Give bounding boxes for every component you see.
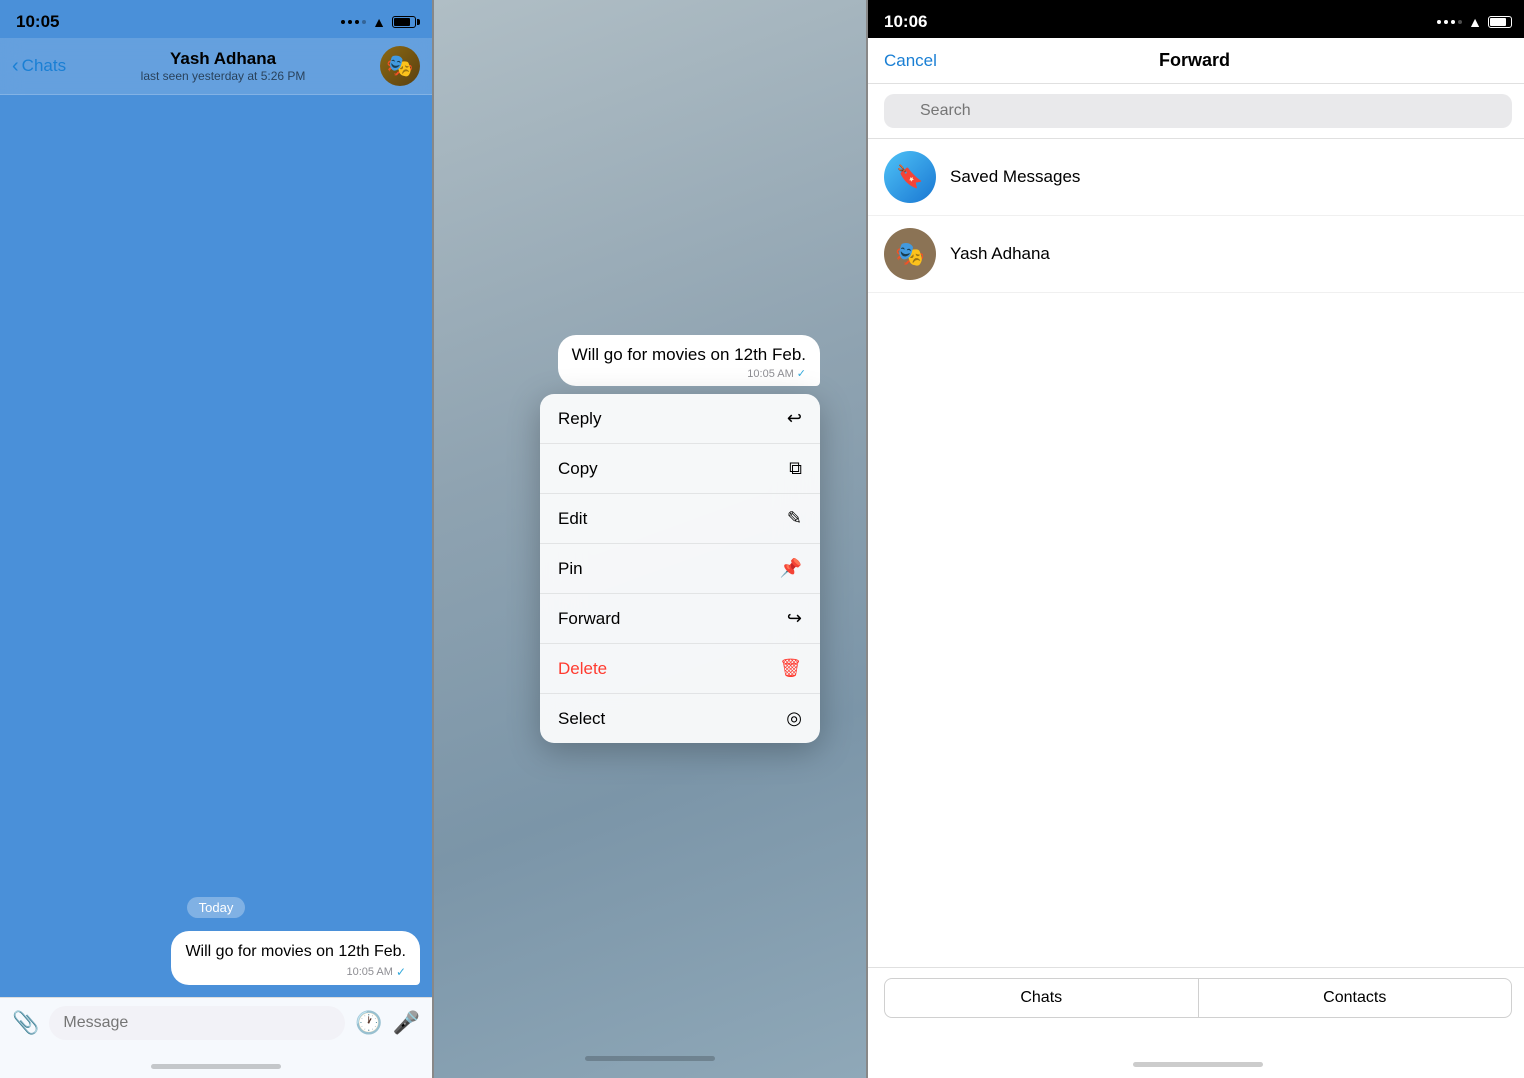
menu-item-pin-label: Pin xyxy=(558,559,583,579)
battery-icon xyxy=(392,16,416,28)
yash-avatar-image: 🎭 xyxy=(895,240,925,269)
context-menu: Reply ↩ Copy ⧉ Edit ✎ Pin 📌 Forward ↪ De… xyxy=(540,394,820,743)
contact-name: Yash Adhana xyxy=(74,49,372,69)
menu-item-edit[interactable]: Edit ✎ xyxy=(540,494,820,544)
emoji-button[interactable]: 🕐 xyxy=(355,1010,382,1036)
forward-header: Cancel Forward xyxy=(868,38,1524,84)
mic-button[interactable]: 🎤 xyxy=(393,1010,420,1036)
menu-item-copy-label: Copy xyxy=(558,459,598,479)
context-check-icon: ✓ xyxy=(797,367,806,380)
forward-search-bar: 🔍 xyxy=(868,84,1524,139)
chat-panel: 10:05 ▲ ‹ Chats Yash Adhana last seen ye… xyxy=(0,0,432,1078)
forward-status-time: 10:06 xyxy=(884,12,927,32)
context-time-row: 10:05 AM ✓ xyxy=(572,367,806,380)
menu-item-forward-label: Forward xyxy=(558,609,620,629)
menu-item-forward[interactable]: Forward ↪ xyxy=(540,594,820,644)
forward-title: Forward xyxy=(1159,50,1230,71)
tab-chats[interactable]: Chats xyxy=(884,978,1199,1018)
yash-name-label: Yash Adhana xyxy=(950,244,1050,264)
signal-icon xyxy=(341,20,366,24)
cancel-button[interactable]: Cancel xyxy=(884,51,937,71)
avatar-image: 🎭 xyxy=(380,46,420,86)
context-home-indicator xyxy=(585,1048,715,1066)
forward-status-icons: ▲ xyxy=(1437,14,1512,30)
date-badge: Today xyxy=(12,899,420,917)
forward-wifi-icon: ▲ xyxy=(1468,14,1482,30)
home-indicator-area xyxy=(0,1048,432,1078)
menu-item-select-label: Select xyxy=(558,709,605,729)
chat-header: ‹ Chats Yash Adhana last seen yesterday … xyxy=(0,38,432,95)
status-bar: 10:05 ▲ xyxy=(0,0,432,38)
menu-item-reply-label: Reply xyxy=(558,409,601,429)
edit-icon: ✎ xyxy=(787,508,802,529)
back-button[interactable]: ‹ Chats xyxy=(12,55,66,78)
forward-contacts-list: 🔖 Saved Messages 🎭 Yash Adhana xyxy=(868,139,1524,967)
wifi-icon: ▲ xyxy=(372,14,386,30)
status-time: 10:05 xyxy=(16,12,59,32)
contact-item-saved[interactable]: 🔖 Saved Messages xyxy=(868,139,1524,216)
saved-bookmark-icon: 🔖 xyxy=(896,164,923,190)
pin-icon: 📌 xyxy=(780,558,802,579)
saved-messages-label: Saved Messages xyxy=(950,167,1080,187)
menu-item-reply[interactable]: Reply ↩ xyxy=(540,394,820,444)
yash-avatar: 🎭 xyxy=(884,228,936,280)
context-message-bubble: Will go for movies on 12th Feb. 10:05 AM… xyxy=(558,335,820,386)
home-bar xyxy=(151,1064,281,1069)
context-time: 10:05 AM xyxy=(747,368,793,380)
forward-icon: ↪ xyxy=(787,608,802,629)
context-panel: Will go for movies on 12th Feb. 10:05 AM… xyxy=(434,0,866,1078)
context-content: Will go for movies on 12th Feb. 10:05 AM… xyxy=(480,335,820,743)
back-label: Chats xyxy=(22,56,66,76)
forward-status-bar: 10:06 ▲ xyxy=(868,0,1524,38)
chat-messages: Today Will go for movies on 12th Feb. 10… xyxy=(0,95,432,997)
contact-status: last seen yesterday at 5:26 PM xyxy=(74,69,372,83)
forward-bottom-tabs: Chats Contacts xyxy=(868,967,1524,1048)
home-bar-3 xyxy=(1133,1062,1263,1067)
message-time: 10:05 AM xyxy=(346,966,392,978)
forward-panel: 10:06 ▲ Cancel Forward 🔍 xyxy=(868,0,1524,1078)
menu-item-delete-label: Delete xyxy=(558,659,607,679)
message-bubble[interactable]: Will go for movies on 12th Feb. 10:05 AM… xyxy=(171,931,420,985)
input-bar: 📎 🕐 🎤 xyxy=(0,997,432,1048)
avatar[interactable]: 🎭 xyxy=(380,46,420,86)
forward-signal-icon xyxy=(1437,20,1462,24)
forward-battery-icon xyxy=(1488,16,1512,28)
attach-button[interactable]: 📎 xyxy=(12,1010,39,1036)
message-text: Will go for movies on 12th Feb. xyxy=(185,941,406,963)
menu-item-edit-label: Edit xyxy=(558,509,587,529)
menu-item-pin[interactable]: Pin 📌 xyxy=(540,544,820,594)
message-time-row: 10:05 AM ✓ xyxy=(185,965,406,979)
reply-icon: ↩ xyxy=(787,408,802,429)
chat-header-info: Yash Adhana last seen yesterday at 5:26 … xyxy=(74,49,372,83)
home-bar-2 xyxy=(585,1056,715,1061)
copy-icon: ⧉ xyxy=(789,458,802,479)
chevron-left-icon: ‹ xyxy=(12,55,19,78)
forward-home-indicator xyxy=(868,1048,1524,1078)
delete-icon: 🗑 xyxy=(779,658,802,679)
message-input[interactable] xyxy=(49,1006,345,1040)
contact-item-yash[interactable]: 🎭 Yash Adhana xyxy=(868,216,1524,293)
menu-item-delete[interactable]: Delete 🗑 xyxy=(540,644,820,694)
menu-item-select[interactable]: Select ◎ xyxy=(540,694,820,743)
check-icon: ✓ xyxy=(396,965,406,979)
tab-contacts[interactable]: Contacts xyxy=(1199,978,1513,1018)
status-icons: ▲ xyxy=(341,14,416,30)
select-icon: ◎ xyxy=(786,708,802,729)
saved-messages-avatar: 🔖 xyxy=(884,151,936,203)
menu-item-copy[interactable]: Copy ⧉ xyxy=(540,444,820,494)
search-input[interactable] xyxy=(884,94,1512,128)
search-wrapper: 🔍 xyxy=(884,94,1512,128)
context-message-text: Will go for movies on 12th Feb. xyxy=(572,345,806,365)
